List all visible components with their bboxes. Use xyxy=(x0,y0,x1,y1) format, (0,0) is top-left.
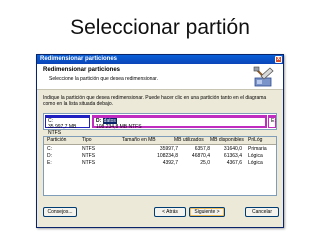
table-cell: 46870,4 xyxy=(191,153,210,159)
table-cell: Lógica xyxy=(248,160,263,166)
table-row[interactable]: E: NTFS 4392,7 25,0 4367,6 Lógica xyxy=(44,160,276,167)
window-titlebar[interactable]: Redimensionar particiones x xyxy=(37,55,283,64)
column-header[interactable]: Tipo xyxy=(82,137,92,144)
wizard-header: Redimensionar particiones Seleccione la … xyxy=(37,64,283,90)
partition-table: Partición Tipo Tamaño en MB MB utilizado… xyxy=(43,136,277,196)
table-row[interactable]: D: NTFS 108234,8 46870,4 61363,4 Lógica xyxy=(44,153,276,160)
table-cell: 4367,6 xyxy=(226,160,242,166)
resize-tool-icon xyxy=(253,66,274,87)
table-cell: 4392,7 xyxy=(162,160,178,166)
column-header[interactable]: MB utilizados xyxy=(174,137,204,144)
table-cell: D: xyxy=(47,153,52,159)
table-cell: NTFS xyxy=(82,160,96,166)
table-row[interactable]: C: NTFS 35997,7 6357,8 31640,0 Primaria xyxy=(44,146,276,153)
table-cell: 108234,8 xyxy=(157,153,178,159)
partition-info: 35.997,7 MB NTFS xyxy=(48,124,77,136)
table-cell: NTFS xyxy=(82,153,96,159)
table-cell: C: xyxy=(47,146,52,152)
table-cell: NTFS xyxy=(82,146,96,152)
next-button[interactable]: Siguiente > xyxy=(189,207,225,217)
partition-info: 108.234,8 MB NTFS xyxy=(96,124,142,130)
header-subtitle: Seleccione la partición que desea redime… xyxy=(49,76,158,82)
table-header: Partición Tipo Tamaño en MB MB utilizado… xyxy=(44,137,276,145)
table-cell: Primaria xyxy=(248,146,267,152)
instruction-text: Indique la partición que desea redimensi… xyxy=(43,95,267,107)
close-icon[interactable]: x xyxy=(275,56,282,63)
partition-segment-c[interactable]: C: 35.997,7 MB NTFS xyxy=(45,115,90,136)
column-header[interactable]: Tamaño en MB xyxy=(122,137,180,144)
cancel-button[interactable]: Cancelar xyxy=(245,207,279,217)
partition-drive: E: xyxy=(271,118,276,124)
column-header[interactable]: Partición xyxy=(47,137,66,144)
slide-title: Seleccionar partión xyxy=(70,16,250,39)
resize-partitions-dialog: Redimensionar particiones x Redimensiona… xyxy=(36,54,284,228)
table-cell: Lógica xyxy=(248,153,263,159)
back-button[interactable]: < Atrás xyxy=(154,207,186,217)
table-cell: E: xyxy=(47,160,52,166)
help-button[interactable]: Consejos... xyxy=(43,207,77,217)
table-cell: 35997,7 xyxy=(159,146,178,152)
table-cell: 61363,4 xyxy=(223,153,242,159)
header-title: Redimensionar particiones xyxy=(43,67,121,73)
column-header[interactable]: MB disponibles xyxy=(210,137,244,144)
window-title: Redimensionar particiones xyxy=(40,56,118,62)
table-cell: 6357,8 xyxy=(194,146,210,152)
partition-segment-d[interactable]: D: datos 108.234,8 MB NTFS xyxy=(92,115,267,130)
partition-segment-e[interactable]: E: xyxy=(268,115,276,128)
table-cell: 25,0 xyxy=(200,160,210,166)
partition-diagram: C: 35.997,7 MB NTFS D: datos 108.234,8 M… xyxy=(43,113,277,136)
table-cell: 31640,0 xyxy=(223,146,242,152)
column-header[interactable]: PriLóg xyxy=(248,137,262,144)
